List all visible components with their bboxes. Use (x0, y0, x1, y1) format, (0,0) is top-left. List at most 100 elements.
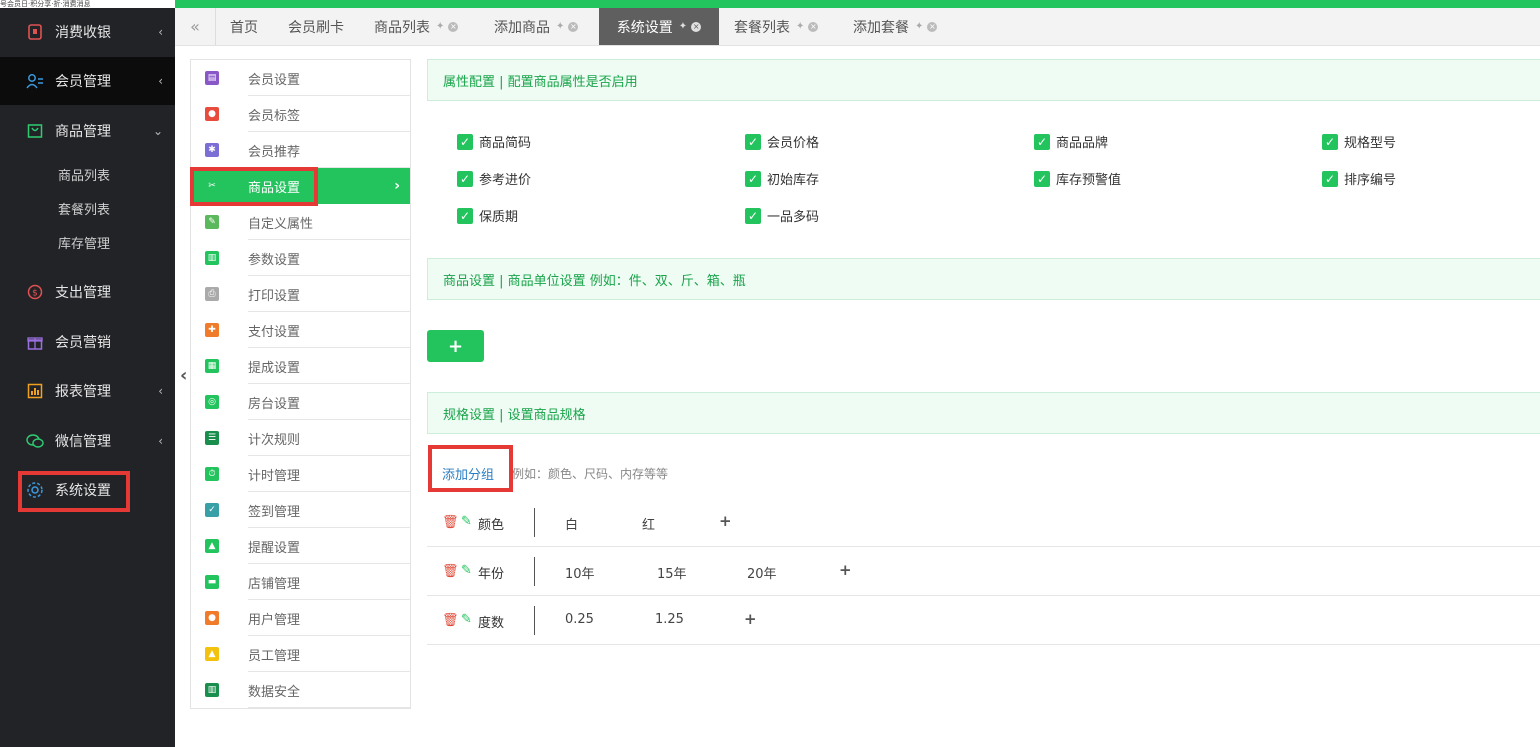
settings-menu-item[interactable]: ⏱ 计时管理 (191, 456, 410, 492)
attribute-checkbox[interactable]: ✓ 商品简码 (457, 132, 531, 151)
attribute-checkbox[interactable]: ✓ 库存预警值 (1034, 169, 1121, 188)
tab-system-settings[interactable]: 系统设置 ✦ × (599, 8, 719, 45)
collapse-arrow-icon[interactable]: ‹ (180, 365, 187, 386)
nav-item-marketing[interactable]: 会员营销 (0, 318, 175, 366)
menu-item-icon: ✎ (205, 215, 219, 229)
settings-menu-label: 数据安全 (248, 684, 301, 700)
settings-menu-label: 房台设置 (248, 396, 301, 412)
pencil-icon[interactable]: ✎ (461, 514, 472, 529)
settings-menu-label: 会员推荐 (248, 144, 301, 160)
checkmark-icon[interactable]: ✓ (1034, 170, 1050, 187)
menu-item-icon: ✱ (205, 143, 219, 157)
nav-item-members[interactable]: 会员管理 ‹ (0, 57, 175, 105)
attribute-checkbox[interactable]: ✓ 初始库存 (745, 169, 819, 188)
close-icon[interactable]: × (691, 21, 702, 32)
settings-menu-item[interactable]: ● 会员标签 (191, 96, 410, 132)
spec-value[interactable]: 0.25 (565, 612, 594, 627)
attribute-checkbox[interactable]: ✓ 排序编号 (1322, 169, 1396, 188)
tab-product-list[interactable]: 商品列表 ✦ × (374, 8, 459, 45)
attribute-checkbox[interactable]: ✓ 商品品牌 (1034, 132, 1108, 151)
ticker-text: 号会员日·积分享·折·消费消息 (0, 0, 175, 8)
settings-menu-label: 提醒设置 (248, 540, 301, 556)
pin-icon[interactable]: ✦ (679, 21, 687, 32)
pin-icon[interactable]: ✦ (796, 21, 804, 32)
settings-menu-item[interactable]: ▲ 员工管理 (191, 636, 410, 672)
settings-menu-item[interactable]: ◎ 房台设置 (191, 384, 410, 420)
add-value-icon[interactable]: + (744, 610, 757, 628)
nav-label: 支出管理 (55, 285, 111, 301)
close-icon[interactable]: × (927, 21, 938, 32)
sub-item-product-list[interactable]: 商品列表 (58, 165, 110, 184)
nav-item-wechat[interactable]: 微信管理 ‹ (0, 417, 175, 465)
add-value-icon[interactable]: + (719, 512, 732, 530)
sub-item-package-list[interactable]: 套餐列表 (58, 199, 110, 218)
spec-value[interactable]: 10年 (565, 563, 595, 582)
tab-add-product[interactable]: 添加商品 ✦ × (494, 8, 579, 45)
pencil-icon[interactable]: ✎ (461, 612, 472, 627)
checkmark-icon[interactable]: ✓ (745, 207, 761, 224)
double-chevron-left-icon[interactable]: « (175, 8, 216, 45)
nav-label: 会员管理 (55, 74, 111, 90)
nav-item-reports[interactable]: 报表管理 ‹ (0, 367, 175, 415)
trash-icon[interactable]: 🗑 (442, 515, 459, 530)
settings-menu-item[interactable]: ▲ 提醒设置 (191, 528, 410, 564)
checkmark-icon[interactable]: ✓ (1034, 133, 1050, 150)
close-icon[interactable]: × (448, 21, 459, 32)
settings-menu-item[interactable]: ✚ 支付设置 (191, 312, 410, 348)
checkmark-icon[interactable]: ✓ (457, 133, 473, 150)
nav-item-checkout[interactable]: 消费收银 ‹ (0, 8, 175, 56)
attribute-checkbox[interactable]: ✓ 规格型号 (1322, 132, 1396, 151)
spec-value[interactable]: 15年 (657, 563, 687, 582)
nav-item-expenses[interactable]: $ 支出管理 (0, 268, 175, 316)
spec-value[interactable]: 1.25 (655, 612, 684, 627)
tab-member-card[interactable]: 会员刷卡 (288, 8, 344, 45)
nav-label: 报表管理 (55, 384, 111, 400)
tab-add-package[interactable]: 添加套餐 ✦ × (853, 8, 938, 45)
attribute-checkbox[interactable]: ✓ 一品多码 (745, 206, 819, 225)
checkmark-icon[interactable]: ✓ (457, 207, 473, 224)
tab-package-list[interactable]: 套餐列表 ✦ × (734, 8, 819, 45)
trash-icon[interactable]: 🗑 (442, 564, 459, 579)
settings-menu-item[interactable]: ✓ 签到管理 (191, 492, 410, 528)
checkmark-icon[interactable]: ✓ (1322, 133, 1338, 150)
attribute-checkbox[interactable]: ✓ 会员价格 (745, 132, 819, 151)
nav-item-products[interactable]: 商品管理 ⌄ (0, 107, 175, 155)
nav-label: 会员营销 (55, 335, 111, 351)
attribute-checkbox[interactable]: ✓ 参考进价 (457, 169, 531, 188)
settings-menu-item[interactable]: ● 用户管理 (191, 600, 410, 636)
settings-menu-item[interactable]: ▤ 会员设置 (191, 60, 410, 96)
pencil-icon[interactable]: ✎ (461, 563, 472, 578)
spec-value[interactable]: 红 (642, 514, 655, 533)
add-value-icon[interactable]: + (839, 561, 852, 579)
settings-menu-item[interactable]: ▥ 数据安全 (191, 672, 410, 708)
highlight-box-product-settings (190, 167, 318, 206)
settings-menu-item[interactable]: ⎙ 打印设置 (191, 276, 410, 312)
checkmark-icon[interactable]: ✓ (745, 170, 761, 187)
pin-icon[interactable]: ✦ (915, 21, 923, 32)
pin-icon[interactable]: ✦ (556, 21, 564, 32)
spec-value[interactable]: 20年 (747, 563, 777, 582)
checkmark-icon[interactable]: ✓ (745, 133, 761, 150)
spec-value[interactable]: 白 (565, 514, 578, 533)
checkmark-icon[interactable]: ✓ (1322, 170, 1338, 187)
sub-item-inventory[interactable]: 库存管理 (58, 233, 110, 252)
settings-menu-item[interactable]: ☰ 计次规则 (191, 420, 410, 456)
add-unit-button[interactable]: + (427, 330, 484, 362)
svg-text:$: $ (32, 289, 38, 299)
pin-icon[interactable]: ✦ (436, 21, 444, 32)
trash-icon[interactable]: 🗑 (442, 613, 459, 628)
close-icon[interactable]: × (568, 21, 579, 32)
settings-menu-item[interactable]: ✎ 自定义属性 (191, 204, 410, 240)
tab-home[interactable]: 首页 (230, 8, 258, 45)
checkmark-icon[interactable]: ✓ (457, 170, 473, 187)
settings-menu-item[interactable]: ▦ 提成设置 (191, 348, 410, 384)
settings-menu-label: 员工管理 (248, 648, 301, 664)
settings-menu-item[interactable]: ▥ 参数设置 (191, 240, 410, 276)
close-icon[interactable]: × (808, 21, 819, 32)
settings-menu-label: 自定义属性 (248, 216, 314, 232)
settings-menu-item[interactable]: ▬ 店铺管理 (191, 564, 410, 600)
settings-menu-label: 打印设置 (248, 288, 301, 304)
attribute-checkbox[interactable]: ✓ 保质期 (457, 206, 518, 225)
settings-menu-item[interactable]: ✱ 会员推荐 (191, 132, 410, 168)
menu-item-icon: ▦ (205, 359, 219, 373)
